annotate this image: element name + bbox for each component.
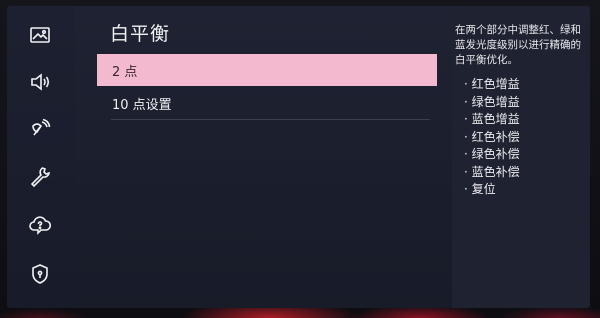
privacy-shield-icon: [28, 262, 52, 290]
list-item: · 绿色补偿: [464, 147, 520, 161]
sidebar-item-privacy[interactable]: [22, 262, 58, 290]
list-item: · 红色增益: [464, 77, 520, 91]
tv-screen: 白平衡 2 点 10 点设置 在两个部分中调整红、绿和蓝发光度级别以进行精确的白…: [7, 6, 590, 308]
list-item: · 蓝色补偿: [464, 164, 520, 179]
sidebar-item-broadcast[interactable]: [22, 117, 58, 145]
option-label: 2 点: [112, 64, 138, 80]
divider: [111, 119, 430, 120]
description-panel: 在两个部分中调整红、绿和蓝发光度级别以进行精确的白平衡优化。 · 红色增益 · …: [452, 6, 590, 308]
option-2-point[interactable]: 2 点: [97, 54, 437, 86]
list-item: · 绿色增益: [464, 94, 520, 109]
support-icon: [28, 212, 52, 240]
option-label: 10 点设置: [112, 97, 172, 113]
page-title: 白平衡: [110, 23, 171, 45]
sound-icon: [28, 70, 52, 98]
broadcast-icon: [28, 117, 52, 145]
wrench-icon: [28, 164, 52, 192]
description-text: 在两个部分中调整红、绿和蓝发光度级别以进行精确的白平衡优化。: [455, 24, 581, 66]
white-balance-panel: 白平衡 2 点 10 点设置: [75, 6, 452, 308]
picture-icon: [28, 23, 52, 51]
sidebar-item-general[interactable]: [22, 164, 58, 192]
sidebar-item-sound[interactable]: [22, 70, 58, 98]
sidebar-item-support[interactable]: [22, 212, 58, 240]
description-list: · 红色增益 · 绿色增益 · 蓝色增益 · 红色补偿 · 绿色补偿 · 蓝色补…: [464, 76, 520, 199]
list-item: · 红色补偿: [464, 129, 520, 144]
list-item: · 蓝色增益: [464, 112, 520, 126]
option-10-point-settings[interactable]: 10 点设置: [97, 87, 437, 119]
list-item: · 复位: [464, 182, 496, 196]
sidebar-item-picture[interactable]: [22, 23, 58, 51]
settings-sidebar: [7, 6, 75, 308]
